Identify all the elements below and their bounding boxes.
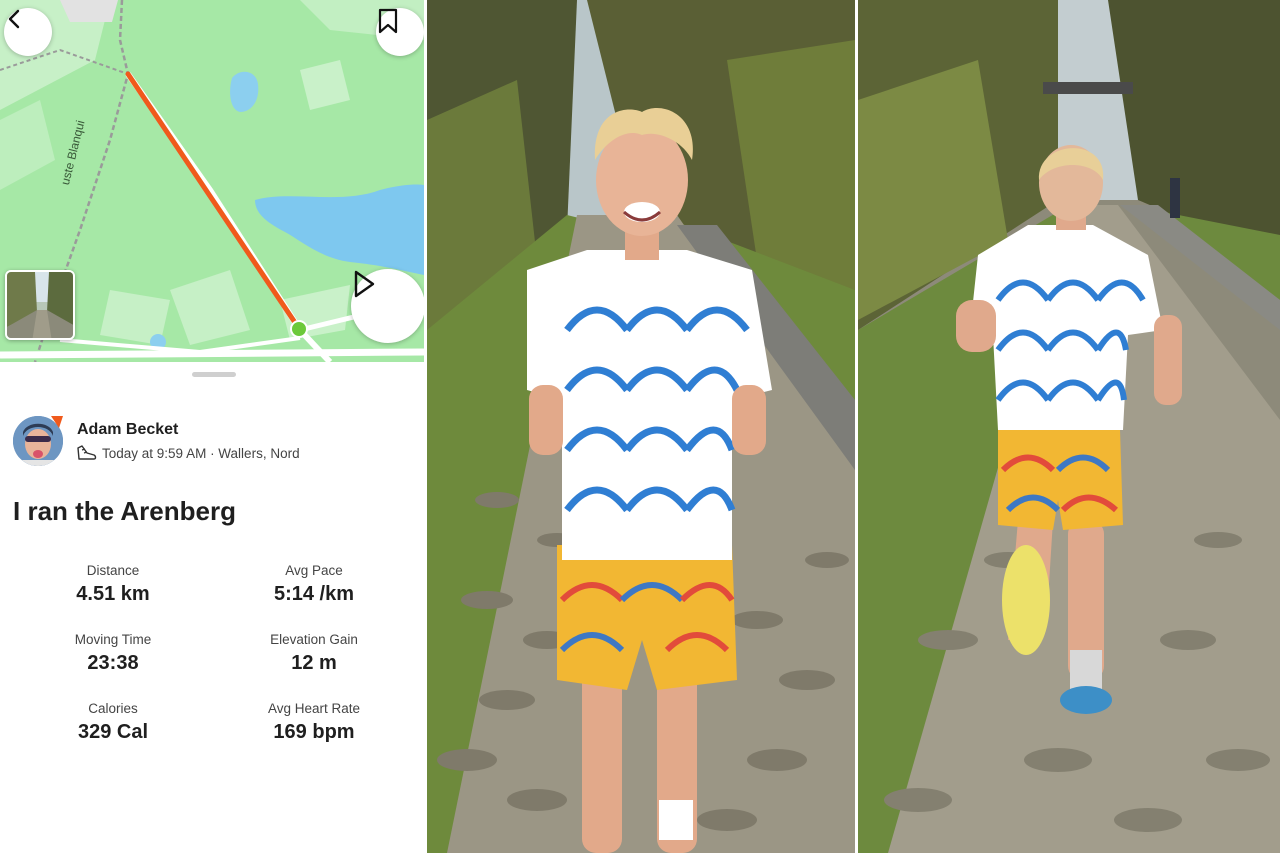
- athlete-header: Adam Becket Today at 9:59 AM · Wallers, …: [13, 416, 413, 468]
- stat-value: 4.51 km: [76, 583, 150, 605]
- stat-elevation-gain: Elevation Gain 12 m: [214, 632, 414, 675]
- athlete-name[interactable]: Adam Becket: [77, 421, 178, 439]
- bookmark-button[interactable]: [376, 8, 424, 56]
- play-flyby-button[interactable]: [351, 269, 424, 343]
- stat-value: 12 m: [291, 652, 337, 674]
- running-shoe-icon: [77, 445, 97, 460]
- activity-title: I ran the Arenberg: [13, 496, 236, 526]
- stat-moving-time: Moving Time 23:38: [13, 632, 213, 675]
- stat-distance: Distance 4.51 km: [13, 563, 213, 606]
- stat-label: Distance: [86, 563, 140, 578]
- stat-avg-pace: Avg Pace 5:14 /km: [214, 563, 414, 606]
- photo-runner-front[interactable]: [427, 0, 855, 853]
- chevron-left-icon: [8, 9, 20, 29]
- stat-value: 5:14 /km: [273, 583, 355, 605]
- stat-calories: Calories 329 Cal: [13, 701, 213, 744]
- photo-thumbnail[interactable]: [5, 270, 75, 340]
- activity-meta: Today at 9:59 AM · Wallers, Nord: [102, 446, 300, 461]
- stat-value: 169 bpm: [273, 721, 355, 743]
- stat-avg-heart-rate: Avg Heart Rate 169 bpm: [214, 701, 414, 744]
- stat-label: Avg Heart Rate: [267, 701, 361, 716]
- thumbnail-image: [7, 272, 73, 338]
- stat-label: Calories: [88, 701, 138, 716]
- activity-panel: uste Blanqui Adam Becket Today at 9:59 A…: [0, 0, 424, 853]
- photo-runner-front-image: [427, 0, 855, 853]
- stat-value: 23:38: [87, 652, 139, 674]
- stat-label: Avg Pace: [285, 563, 343, 578]
- stat-value: 329 Cal: [77, 721, 149, 743]
- back-button[interactable]: [4, 8, 52, 56]
- stat-label: Elevation Gain: [270, 632, 358, 647]
- sheet-drag-handle[interactable]: [192, 372, 236, 377]
- photo-runner-back[interactable]: [858, 0, 1280, 853]
- photo-runner-back-image: [858, 0, 1280, 853]
- bookmark-icon: [378, 8, 398, 34]
- route-map[interactable]: uste Blanqui: [0, 0, 424, 362]
- play-icon: [354, 270, 375, 298]
- subscriber-badge-icon: [51, 416, 63, 428]
- stat-label: Moving Time: [74, 632, 152, 647]
